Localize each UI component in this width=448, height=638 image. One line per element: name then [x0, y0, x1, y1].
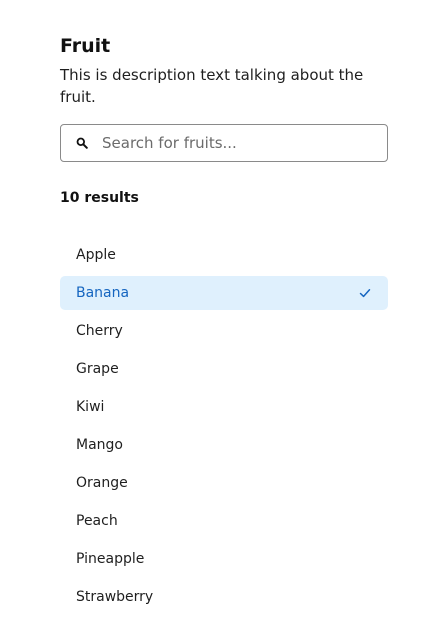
list-item-label: Apple	[76, 247, 116, 263]
search-box[interactable]	[60, 124, 388, 162]
fruit-list: Apple Banana Cherry Grape Kiwi Mango Ora…	[60, 238, 388, 614]
results-count: 10 results	[60, 190, 139, 206]
list-item-label: Strawberry	[76, 589, 154, 605]
search-icon	[76, 137, 88, 149]
list-item-label: Cherry	[76, 323, 123, 339]
list-item-peach[interactable]: Peach	[60, 504, 388, 538]
check-icon	[358, 286, 372, 300]
list-item-banana[interactable]: Banana	[60, 276, 388, 310]
list-item-label: Peach	[76, 513, 118, 529]
list-item-grape[interactable]: Grape	[60, 352, 388, 386]
page-title: Fruit	[60, 35, 111, 57]
list-item-label: Orange	[76, 475, 128, 491]
list-item-strawberry[interactable]: Strawberry	[60, 580, 388, 614]
list-item-kiwi[interactable]: Kiwi	[60, 390, 388, 424]
page-description: This is description text talking about t…	[60, 66, 364, 106]
list-item-orange[interactable]: Orange	[60, 466, 388, 500]
list-item-label: Grape	[76, 361, 119, 377]
list-item-pineapple[interactable]: Pineapple	[60, 542, 388, 576]
list-item-label: Pineapple	[76, 551, 145, 567]
list-item-apple[interactable]: Apple	[60, 238, 388, 272]
list-item-label: Mango	[76, 437, 123, 453]
list-item-label: Kiwi	[76, 399, 105, 415]
list-item-label: Banana	[76, 285, 130, 301]
list-item-cherry[interactable]: Cherry	[60, 314, 388, 348]
list-item-mango[interactable]: Mango	[60, 428, 388, 462]
fruit-panel: Fruit This is description text talking a…	[60, 32, 388, 630]
search-input[interactable]	[102, 126, 387, 160]
